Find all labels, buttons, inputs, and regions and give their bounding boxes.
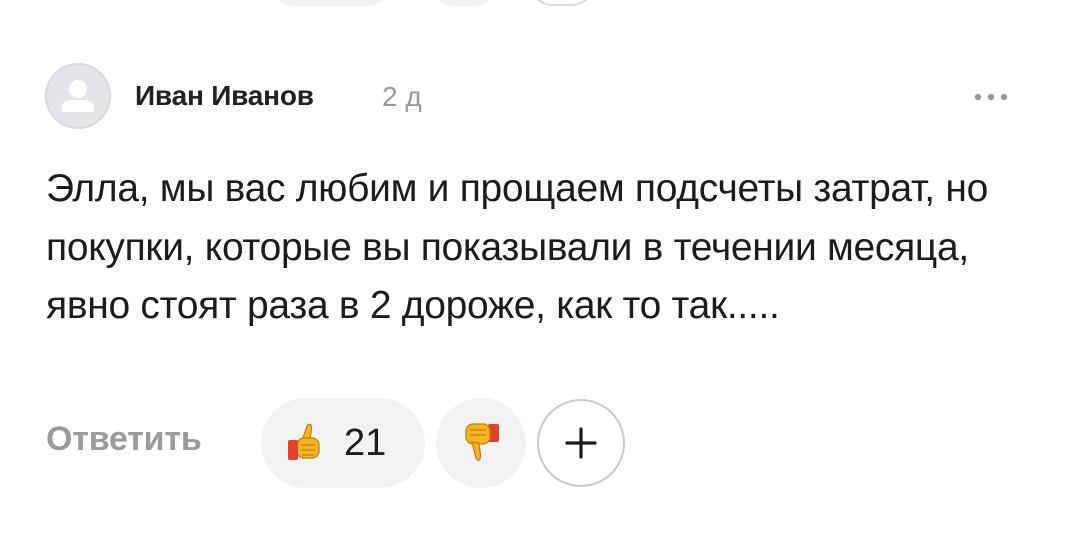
more-horizontal-icon <box>974 93 1008 101</box>
plus-icon <box>565 427 597 459</box>
more-options-button[interactable] <box>966 80 1016 114</box>
user-placeholder-icon <box>62 80 94 112</box>
comment-text: Элла, мы вас любим и прощаем подсчеты за… <box>46 167 988 327</box>
author-name[interactable]: Иван Иванов <box>135 80 314 112</box>
like-button[interactable]: 21 <box>261 398 425 488</box>
thumbs-down-icon <box>465 423 499 461</box>
dislike-button[interactable] <box>436 398 526 488</box>
comment: Иван Иванов 2 д Элла, мы вас любим и про… <box>0 0 1080 544</box>
add-reaction-button[interactable] <box>537 399 625 487</box>
comment-time: 2 д <box>382 81 422 112</box>
thumbs-up-icon <box>288 423 320 460</box>
avatar[interactable] <box>45 63 111 129</box>
reply-button[interactable]: Ответить <box>46 420 202 459</box>
comment-screen: Иван Иванов 2 д Элла, мы вас любим и про… <box>0 0 1080 544</box>
like-count: 21 <box>344 422 387 464</box>
